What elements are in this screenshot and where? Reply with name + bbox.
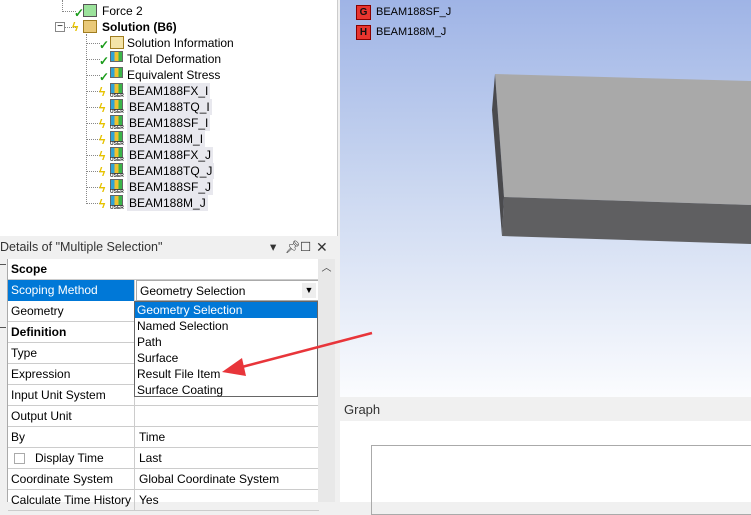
tree-item[interactable]: BEAM188FX_J xyxy=(127,147,214,163)
info-folder-icon xyxy=(110,36,124,49)
dropdown-arrow-icon[interactable]: ▾ xyxy=(270,238,276,257)
section-header: Scope xyxy=(8,259,319,280)
graphics-viewport[interactable]: G BEAM188SF_J H BEAM188M_J xyxy=(340,0,751,397)
bolt-icon: ϟ xyxy=(99,85,106,99)
pin-icon[interactable]: 📌︎ xyxy=(285,238,301,257)
dropdown-option[interactable]: Named Selection xyxy=(135,318,317,334)
property-label: Geometry xyxy=(11,304,64,318)
user-tag: USER xyxy=(110,205,124,211)
bolt-icon: ϟ xyxy=(99,181,106,195)
tree-item[interactable]: Equivalent Stress xyxy=(127,67,220,83)
property-row: Display Time Last xyxy=(8,448,319,469)
tree-item[interactable]: BEAM188FX_I xyxy=(127,83,211,99)
graph-panel xyxy=(340,421,751,515)
graph-plot-area xyxy=(371,445,751,515)
property-label: Scoping Method xyxy=(11,283,98,297)
details-panel-header: Details of "Multiple Selection" ▾ 📌︎ ☐ ✕ xyxy=(0,238,338,257)
collapse-scope-icon[interactable] xyxy=(0,264,6,274)
details-title: Details of "Multiple Selection" xyxy=(0,240,163,254)
property-label: Coordinate System xyxy=(11,472,114,486)
tree-item[interactable]: BEAM188TQ_I xyxy=(127,99,212,115)
property-label: By xyxy=(11,430,26,444)
solution-folder-icon xyxy=(83,20,97,33)
beam-model xyxy=(340,74,751,343)
property-label: Expression xyxy=(11,367,71,381)
property-row: Calculate Time History Yes xyxy=(8,490,319,511)
project-tree: ✓ Force 2 − ϟ Solution (B6) ✓ Solution In… xyxy=(0,0,338,236)
section-label: Scope xyxy=(11,262,48,276)
dropdown-option[interactable]: Path xyxy=(135,334,317,350)
property-label: Display Time xyxy=(35,451,104,465)
dropdown-option[interactable]: Result File Item xyxy=(135,366,317,382)
result-cube-icon xyxy=(110,51,123,62)
scoping-method-dropdown-list[interactable]: Geometry Selection Named Selection Path Sur… xyxy=(134,301,318,397)
beam-bottom-face xyxy=(502,197,751,244)
dropdown-option[interactable]: Geometry Selection xyxy=(135,302,317,318)
property-value[interactable] xyxy=(136,406,319,427)
close-icon[interactable]: ✕ xyxy=(316,238,328,257)
tree-item[interactable]: Solution Information xyxy=(127,35,234,51)
axis-line xyxy=(340,332,371,343)
tree-item-force-2[interactable]: Force 2 xyxy=(102,3,143,19)
graph-panel-header: Graph xyxy=(340,399,751,421)
property-value[interactable]: Yes xyxy=(136,490,319,511)
scoping-method-select[interactable]: Geometry Selection ▼ xyxy=(136,280,319,301)
property-label: Calculate Time History xyxy=(11,493,132,507)
tree-item[interactable]: BEAM188M_I xyxy=(127,131,206,147)
result-cube-icon xyxy=(110,67,123,78)
collapse-definition-icon[interactable] xyxy=(0,327,6,337)
bolt-icon: ϟ xyxy=(99,133,106,147)
collapse-toggle[interactable]: − xyxy=(55,22,65,32)
check-icon: ✓ xyxy=(99,38,110,52)
details-scrollbar[interactable]: ︿ xyxy=(318,259,335,502)
bolt-icon: ϟ xyxy=(99,165,106,179)
maximize-icon[interactable]: ☐ xyxy=(300,238,311,257)
display-time-checkbox[interactable] xyxy=(14,453,25,465)
select-value: Geometry Selection xyxy=(140,284,246,298)
tree-item[interactable]: Total Deformation xyxy=(127,51,221,67)
chevron-down-icon[interactable]: ▼ xyxy=(302,283,316,298)
tree-item[interactable]: BEAM188SF_I xyxy=(127,115,211,131)
property-row: Scoping Method Geometry Selection ▼ xyxy=(8,280,319,301)
check-icon: ✓ xyxy=(99,54,110,68)
tree-item[interactable]: BEAM188M_J xyxy=(127,195,208,211)
property-row: Coordinate System Global Coordinate Syste… xyxy=(8,469,319,490)
check-icon: ✓ xyxy=(99,70,110,84)
dropdown-option[interactable]: Surface Coating xyxy=(135,382,317,398)
tree-item-solution[interactable]: Solution (B6) xyxy=(102,19,177,35)
tree-item[interactable]: BEAM188SF_J xyxy=(127,179,214,195)
bolt-icon: ϟ xyxy=(99,101,106,115)
bolt-icon: ϟ xyxy=(99,117,106,131)
property-row: By Time xyxy=(8,427,319,448)
force-icon xyxy=(83,4,97,17)
property-row: Output Unit xyxy=(8,406,319,427)
tree-item[interactable]: BEAM188TQ_J xyxy=(127,163,215,179)
property-label: Type xyxy=(11,346,38,360)
bolt-icon: ϟ xyxy=(99,149,106,163)
property-label: Input Unit System xyxy=(11,388,106,402)
property-value[interactable]: Global Coordinate System xyxy=(136,469,319,490)
beam-top-face xyxy=(495,74,751,205)
dropdown-option[interactable]: Surface xyxy=(135,350,317,366)
property-label: Output Unit xyxy=(11,409,72,423)
bolt-icon: ϟ xyxy=(72,20,79,34)
bolt-icon: ϟ xyxy=(99,197,106,211)
property-value[interactable]: Time xyxy=(136,427,319,448)
property-value[interactable]: Last xyxy=(136,448,319,469)
